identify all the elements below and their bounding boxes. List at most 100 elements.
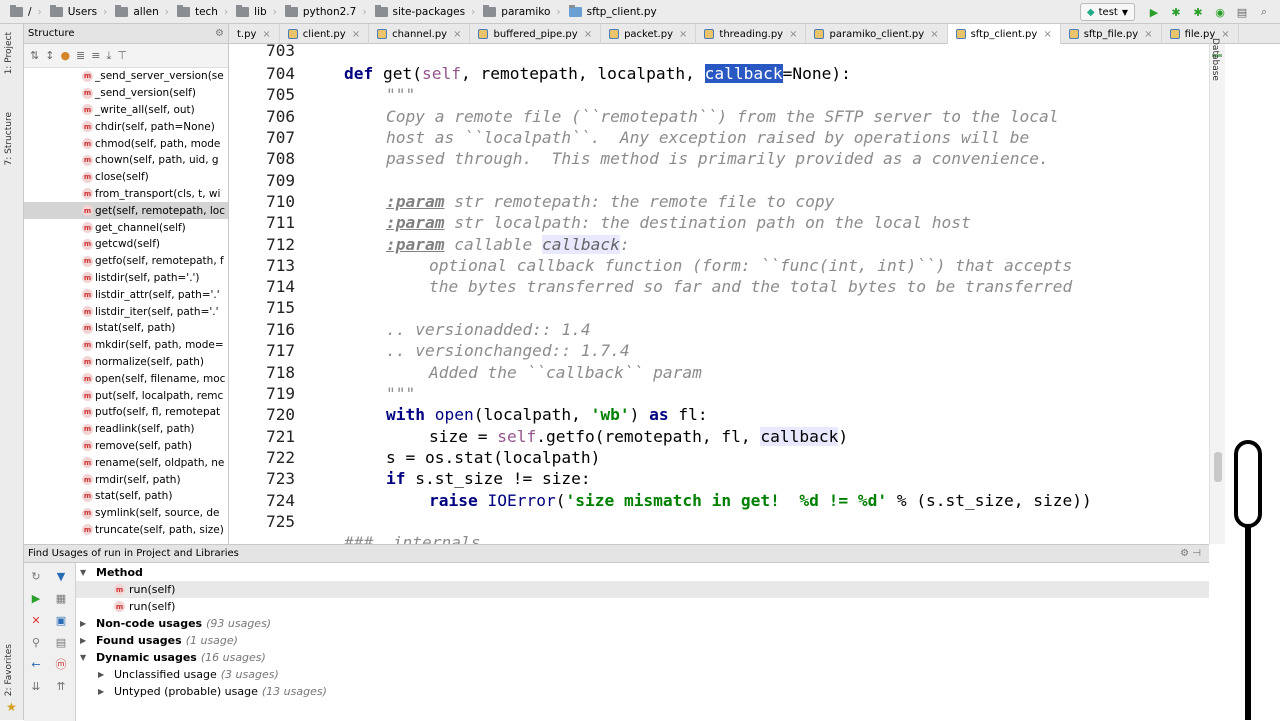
- sort-alpha-icon[interactable]: ↕: [45, 49, 54, 62]
- tree-unclassified[interactable]: ▶ Unclassified usage (3 usages): [76, 666, 1209, 683]
- structure-item[interactable]: m readlink(self, path): [24, 421, 228, 438]
- breadcrumb-file[interactable]: sftp_client.py: [565, 0, 661, 24]
- breadcrumb-allen[interactable]: allen ›: [111, 0, 173, 24]
- profile-icon[interactable]: ◉: [1212, 4, 1228, 20]
- filter-icon[interactable]: ⊤: [117, 49, 127, 62]
- tree-found[interactable]: ▶ Found usages (1 usage): [76, 632, 1209, 649]
- structure-item[interactable]: m mkdir(self, path, mode=: [24, 337, 228, 354]
- structure-list: m _send_server_version(se m _send_version(s…: [24, 68, 228, 538]
- tab-client-py[interactable]: client.py ×: [280, 24, 370, 44]
- breadcrumb-lib[interactable]: lib ›: [232, 0, 281, 24]
- autoscroll-icon[interactable]: ⤓: [106, 49, 111, 63]
- tab-packet-py[interactable]: packet.py ×: [601, 24, 697, 44]
- structure-item[interactable]: m from_transport(cls, t, wi: [24, 186, 228, 203]
- expand-all-icon[interactable]: ≣: [76, 49, 85, 62]
- module-icon[interactable]: ▤: [54, 635, 68, 649]
- close-icon[interactable]: ✕: [29, 613, 43, 627]
- structure-item[interactable]: m truncate(self, path, size): [24, 522, 228, 539]
- structure-item[interactable]: m _send_server_version(se: [24, 68, 228, 85]
- structure-item[interactable]: m close(self): [24, 169, 228, 186]
- structure-item[interactable]: m put(self, localpath, remc: [24, 387, 228, 404]
- structure-item[interactable]: m rmdir(self, path): [24, 471, 228, 488]
- group-icon[interactable]: ▦: [54, 591, 68, 605]
- tree-dynamic[interactable]: ▼ Dynamic usages (16 usages): [76, 649, 1209, 666]
- gear-icon[interactable]: ⚙ ⊣: [1180, 548, 1201, 559]
- structure-item[interactable]: m get_channel(self): [24, 219, 228, 236]
- tab-sftp_client-py[interactable]: sftp_client.py ×: [947, 24, 1061, 44]
- favorites-tool-tab[interactable]: 2: Favorites: [4, 644, 14, 696]
- structure-item[interactable]: m listdir_iter(self, path='.': [24, 303, 228, 320]
- tab-paramiko_client-py[interactable]: paramiko_client.py ×: [806, 24, 948, 44]
- tab-t-py[interactable]: t.py ×: [229, 24, 280, 44]
- structure-item[interactable]: m stat(self, path): [24, 488, 228, 505]
- run-icon[interactable]: ▶: [1146, 4, 1162, 20]
- pin-icon[interactable]: ⚲: [29, 635, 43, 649]
- structure-item[interactable]: m listdir_attr(self, path='.': [24, 286, 228, 303]
- structure-item[interactable]: m chdir(self, path=None): [24, 118, 228, 135]
- structure-item[interactable]: m normalize(self, path): [24, 354, 228, 371]
- python-file-icon: [377, 29, 388, 39]
- close-tab-icon[interactable]: ×: [930, 29, 938, 40]
- breadcrumb-tech[interactable]: tech ›: [173, 0, 232, 24]
- tree-run-1[interactable]: m run(self): [76, 581, 1209, 598]
- run-config-select[interactable]: ◆ test ▼: [1079, 3, 1135, 21]
- collapse-all-icon[interactable]: ≡: [91, 49, 100, 62]
- structure-item[interactable]: m rename(self, oldpath, ne: [24, 454, 228, 471]
- coverage-icon[interactable]: ✱: [1190, 4, 1206, 20]
- show-fields-icon[interactable]: ●: [60, 49, 70, 62]
- structure-item[interactable]: m _write_all(self, out): [24, 102, 228, 119]
- structure-item[interactable]: m lstat(self, path): [24, 320, 228, 337]
- run-icon[interactable]: ▶: [29, 591, 43, 605]
- breadcrumb-python27[interactable]: python2.7 ›: [281, 0, 371, 24]
- preview-icon[interactable]: ▣: [54, 613, 68, 627]
- gear-icon[interactable]: ⚙: [215, 28, 224, 39]
- structure-tool-tab[interactable]: 7: Structure: [4, 112, 14, 166]
- close-tab-icon[interactable]: ×: [453, 29, 461, 40]
- close-tab-icon[interactable]: ×: [679, 29, 687, 40]
- structure-item[interactable]: m get(self, remotepath, loc: [24, 202, 228, 220]
- close-tab-icon[interactable]: ×: [262, 29, 270, 40]
- structure-icon[interactable]: ▤: [1234, 4, 1250, 20]
- close-tab-icon[interactable]: ×: [352, 29, 360, 40]
- tree-run-2[interactable]: m run(self): [76, 598, 1209, 615]
- breadcrumb-root[interactable]: / ›: [6, 0, 46, 24]
- breadcrumb-users[interactable]: Users ›: [46, 0, 112, 24]
- tree-noncode[interactable]: ▶ Non-code usages (93 usages): [76, 615, 1209, 632]
- database-tool-tab[interactable]: Database: [1210, 38, 1220, 81]
- code-editor[interactable]: 703 704 705 706 707 708 709 710 711 712 713 714 715 7…: [229, 44, 1209, 544]
- structure-item[interactable]: m open(self, filename, moc: [24, 370, 228, 387]
- rerun-icon[interactable]: ↻: [29, 569, 43, 583]
- structure-item[interactable]: m chmod(self, path, mode: [24, 135, 228, 152]
- structure-item[interactable]: m chown(self, path, uid, g: [24, 152, 228, 169]
- debug-icon[interactable]: ✱: [1168, 4, 1184, 20]
- project-tool-tab[interactable]: 1: Project: [4, 32, 14, 74]
- tab-sftp_file-py[interactable]: sftp_file.py ×: [1061, 24, 1162, 44]
- search-icon[interactable]: ⌕: [1256, 4, 1272, 20]
- close-tab-icon[interactable]: ×: [584, 29, 592, 40]
- expand-icon[interactable]: ⇊: [29, 679, 43, 693]
- method-icon[interactable]: ⓜ: [54, 657, 68, 671]
- tab-channel-py[interactable]: channel.py ×: [369, 24, 471, 44]
- method-icon: m: [82, 70, 93, 82]
- close-tab-icon[interactable]: ×: [789, 29, 797, 40]
- method-icon: m: [82, 121, 93, 133]
- tab-threading-py[interactable]: threading.py ×: [696, 24, 807, 44]
- structure-item[interactable]: m _send_version(self): [24, 85, 228, 102]
- tree-untyped[interactable]: ▶ Untyped (probable) usage (13 usages): [76, 683, 1209, 700]
- close-tab-icon[interactable]: ×: [1043, 29, 1051, 40]
- collapse-icon[interactable]: ⇈: [54, 679, 68, 693]
- structure-item[interactable]: m remove(self, path): [24, 438, 228, 455]
- structure-item[interactable]: m getfo(self, remotepath, f: [24, 253, 228, 270]
- filter-icon[interactable]: ▼: [54, 569, 68, 583]
- tree-method[interactable]: ▼ Method: [76, 564, 1209, 581]
- structure-item[interactable]: m putfo(self, fl, remotepat: [24, 404, 228, 421]
- prev-icon[interactable]: ←: [29, 657, 43, 671]
- structure-item[interactable]: m getcwd(self): [24, 236, 228, 253]
- close-tab-icon[interactable]: ×: [1144, 29, 1152, 40]
- breadcrumb-paramiko[interactable]: paramiko ›: [479, 0, 564, 24]
- tab-buffered_pipe-py[interactable]: buffered_pipe.py ×: [470, 24, 602, 44]
- structure-item[interactable]: m listdir(self, path='.'): [24, 270, 228, 287]
- structure-item[interactable]: m symlink(self, source, de: [24, 505, 228, 522]
- breadcrumb-site-packages[interactable]: site-packages ›: [371, 0, 480, 24]
- sort-icon[interactable]: ⇅: [30, 49, 39, 62]
